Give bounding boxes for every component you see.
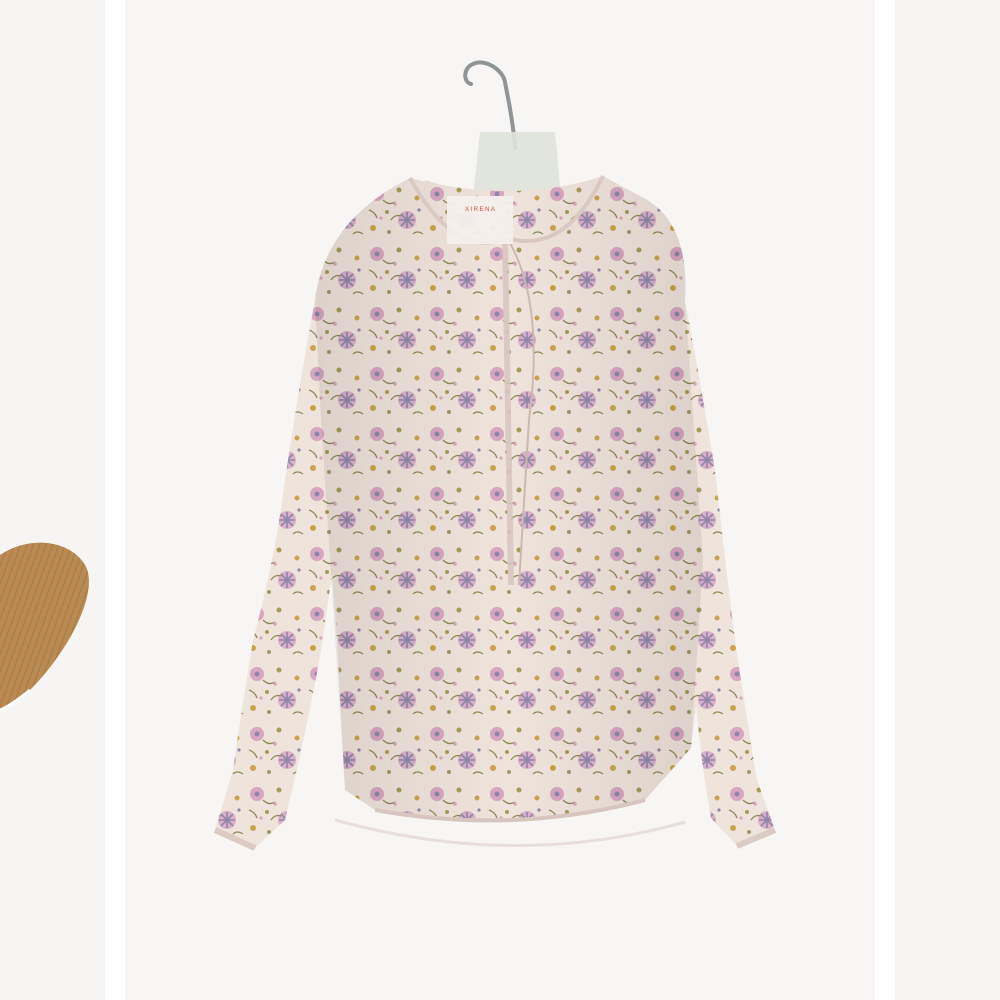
brand-label: XIRENA [465,207,496,213]
garment-thumbnail [0,542,89,712]
gallery-prev-slide[interactable] [0,0,105,1000]
product-image-gallery: XIRENA [0,0,1000,1000]
gallery-current-slide: XIRENA [125,0,875,1000]
gallery-next-slide[interactable] [895,0,1000,1000]
floral-blouse-on-hanger[interactable]: XIRENA [125,0,875,1000]
